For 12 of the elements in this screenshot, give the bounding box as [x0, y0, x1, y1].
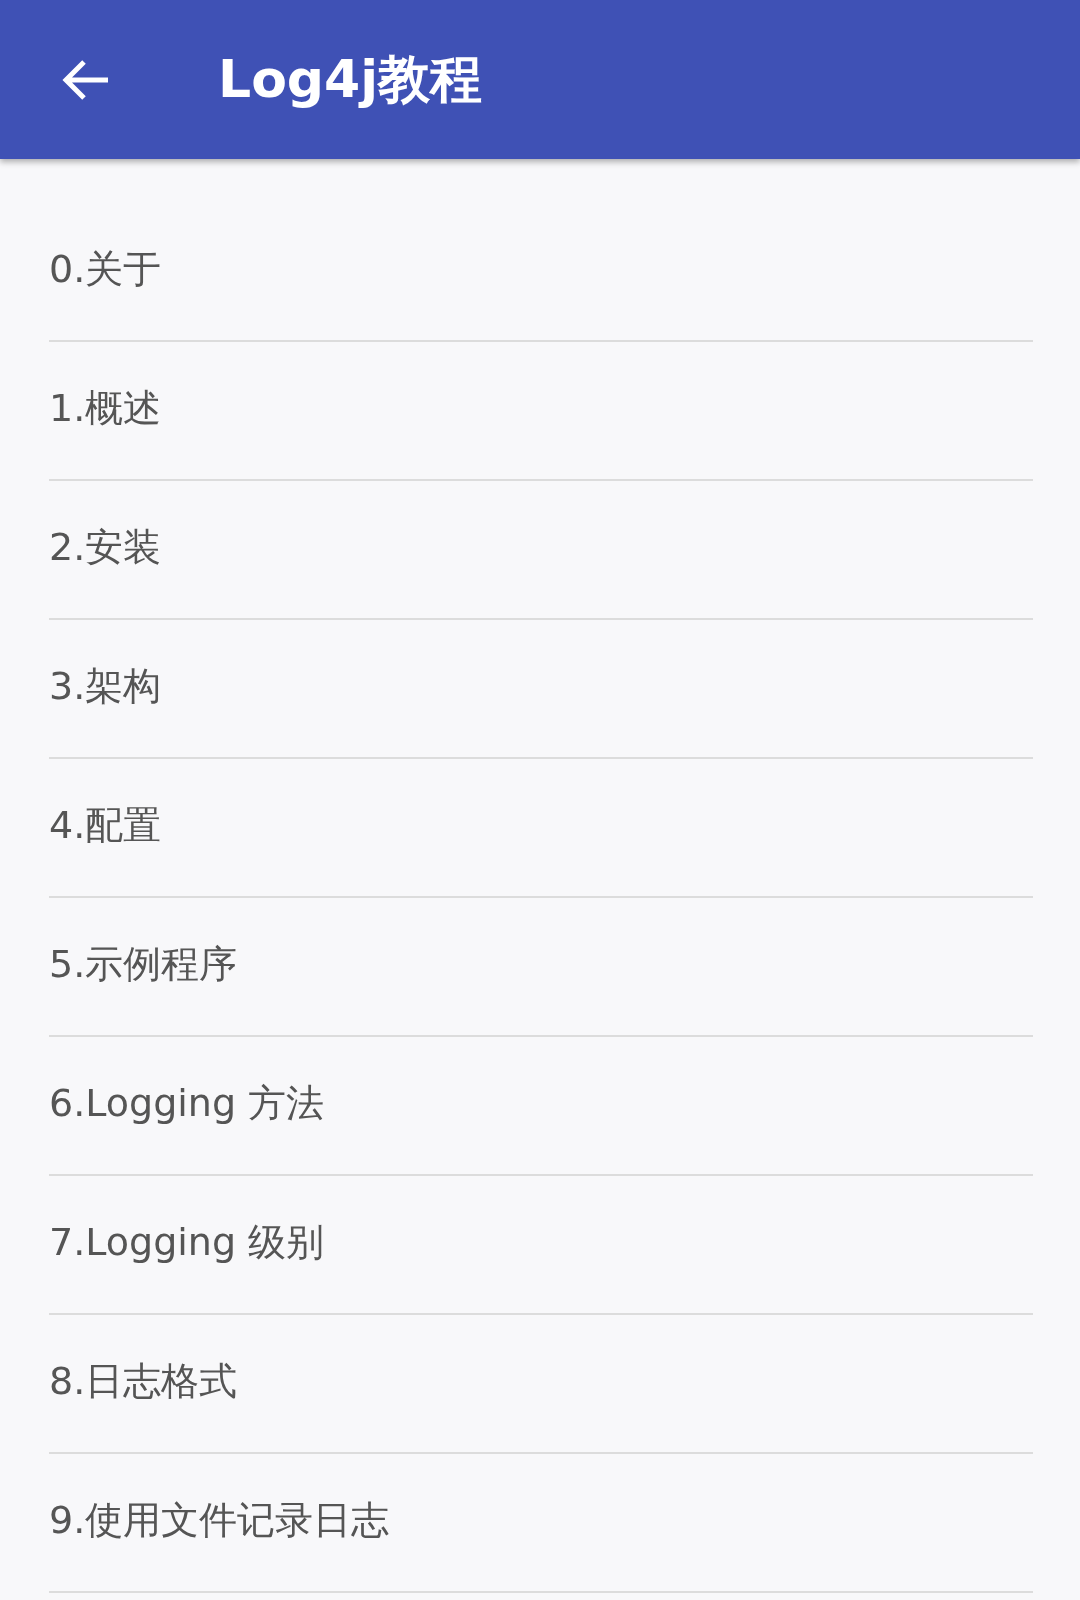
app-bar-title: Log4j教程: [218, 47, 483, 111]
list-item[interactable]: 3.架构: [49, 620, 1033, 759]
list-item[interactable]: 1.概述: [49, 342, 1033, 481]
back-arrow-icon: [60, 57, 110, 102]
list-item[interactable]: 7.Logging 级别: [49, 1176, 1033, 1315]
list-item[interactable]: 2.安装: [49, 481, 1033, 620]
list-item[interactable]: 5.示例程序: [49, 898, 1033, 1037]
list-item[interactable]: 8.日志格式: [49, 1315, 1033, 1454]
list-item[interactable]: 0.关于: [49, 203, 1033, 342]
list-item[interactable]: 6.Logging 方法: [49, 1037, 1033, 1176]
list-item[interactable]: 4.配置: [49, 759, 1033, 898]
list-item[interactable]: 9.使用文件记录日志: [49, 1454, 1033, 1593]
